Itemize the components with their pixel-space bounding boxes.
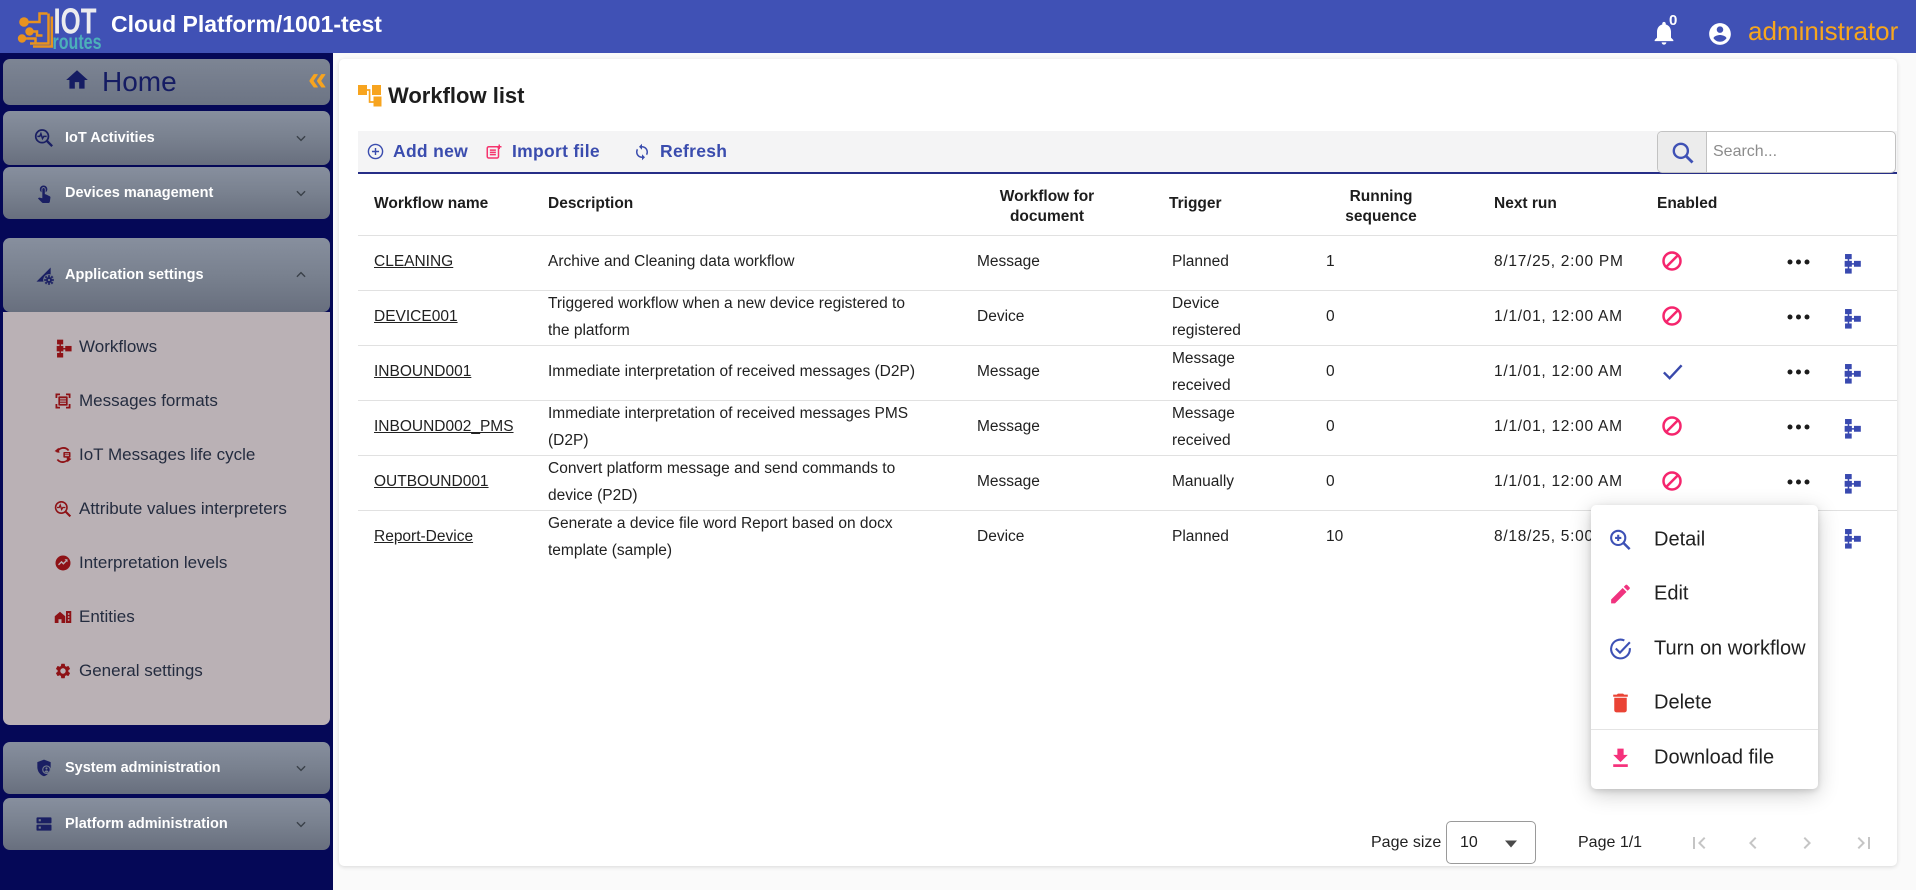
svg-text:routes: routes	[53, 31, 102, 52]
